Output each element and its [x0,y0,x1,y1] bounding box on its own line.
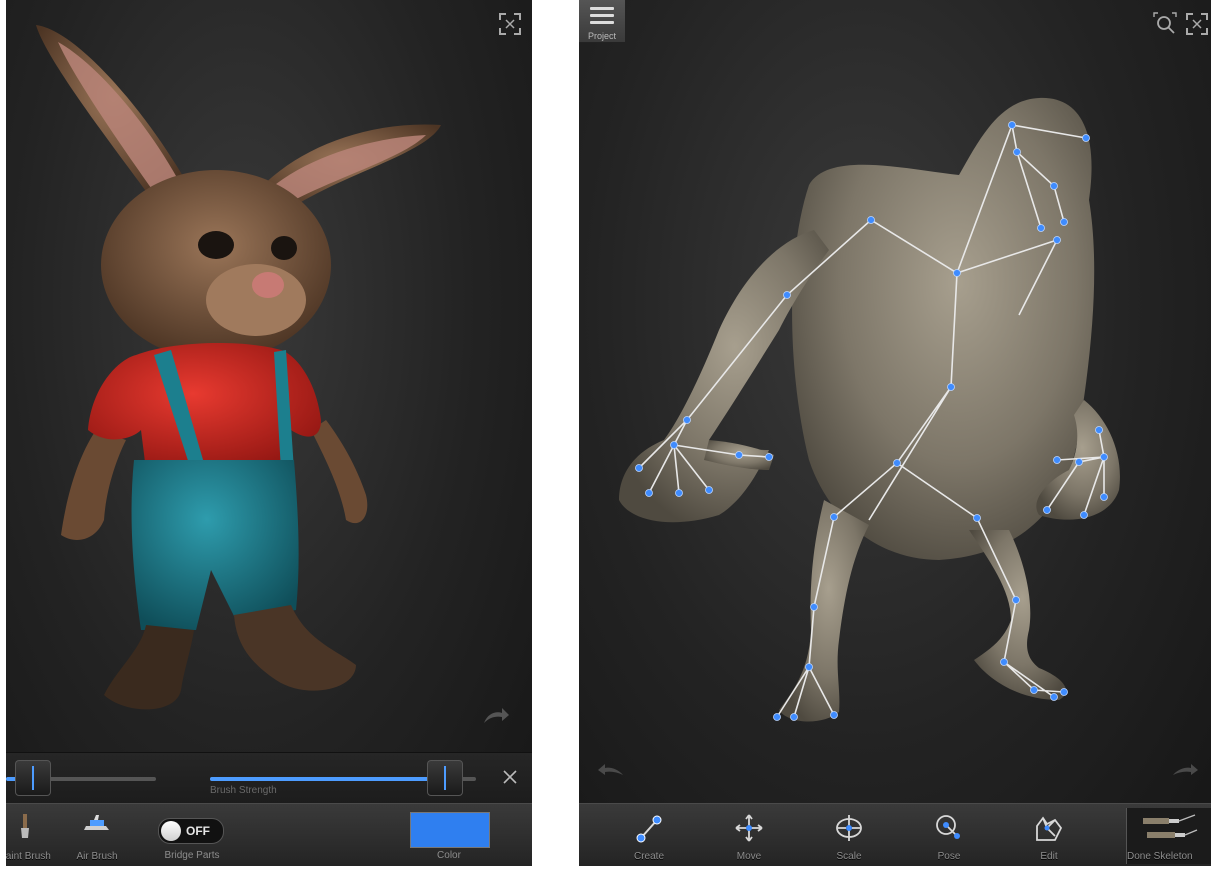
menu-icon [590,7,614,28]
pose-tool[interactable]: Pose [912,808,986,864]
bridge-parts-label: Bridge Parts [164,850,220,861]
skeleton-toolbar: Create Move Scale Pose Edit Done Skeleto… [579,803,1211,866]
brush-strength-label: Brush Strength [210,785,277,796]
fullscreen-icon[interactable] [1183,10,1211,38]
fullscreen-icon[interactable] [496,10,524,38]
scale-tool[interactable]: Scale [812,808,886,864]
airbrush-icon [84,815,109,830]
edit-tool[interactable]: Edit [1012,808,1086,864]
paint-screen: Brush Strength Paint Brush Air Brush OFF… [6,0,532,866]
scale-icon [836,815,862,841]
create-bone-icon [636,815,662,843]
color-swatch[interactable] [410,812,490,848]
project-menu-label: Project [587,31,616,41]
done-skeleton-icon [1143,814,1198,838]
brush-strength-handle[interactable] [427,760,463,796]
pose-icon [936,815,960,839]
swap-sliders-icon[interactable] [496,763,524,791]
bridge-parts-toggle[interactable]: OFF [158,818,224,844]
air-brush-tool[interactable]: Air Brush [60,808,134,864]
done-skeleton-button[interactable]: Done Skeleton [1126,808,1211,864]
undo-icon[interactable] [597,756,625,784]
clay-creature-model [619,97,1120,722]
skeleton-screen: Project Create Move Scale Pose Edit Done… [579,0,1211,866]
create-tool[interactable]: Create [612,808,686,864]
brush-strength-fill [210,777,444,781]
rabbit-head [101,170,331,360]
move-tool[interactable]: Move [712,808,786,864]
brush-slider-bar: Brush Strength [6,752,532,805]
brush-icon [21,814,29,838]
zoom-fit-icon[interactable] [1151,10,1179,38]
redo-icon[interactable] [1171,756,1199,784]
rabbit-overalls [131,460,299,630]
paint-brush-tool[interactable]: Paint Brush [6,808,62,864]
move-icon [735,814,763,842]
edit-icon [1036,816,1063,841]
rabbit-model-viewport[interactable] [6,0,532,750]
color-label: Color [437,850,461,861]
toggle-state: OFF [186,824,210,838]
paint-toolbar: Paint Brush Air Brush OFF Bridge Parts C… [6,803,532,866]
project-menu-button[interactable]: Project [579,0,626,43]
redo-icon[interactable] [482,702,510,730]
skeleton-model-viewport[interactable] [579,0,1211,800]
brush-size-handle[interactable] [15,760,51,796]
toggle-knob [161,821,181,841]
